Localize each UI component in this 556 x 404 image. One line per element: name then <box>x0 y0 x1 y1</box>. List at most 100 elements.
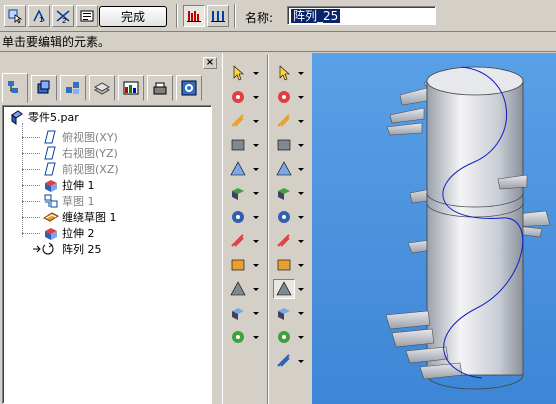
right-dropdown-7[interactable] <box>298 231 304 251</box>
close-button[interactable]: × <box>203 57 217 69</box>
extrude-icon[interactable] <box>227 87 249 107</box>
plane-coincident-icon[interactable] <box>273 231 295 251</box>
right-dropdown-12[interactable] <box>298 351 304 371</box>
rectangle-step-icon[interactable]: 1 <box>28 5 50 27</box>
smart-select-icon[interactable] <box>273 87 295 107</box>
properties-tab[interactable] <box>176 75 202 101</box>
separator <box>176 4 178 28</box>
web-network-icon[interactable] <box>227 327 249 347</box>
tree-node-pattern-25[interactable]: 阵列 25 <box>32 241 102 257</box>
thread-icon[interactable] <box>227 255 249 275</box>
options-icon[interactable] <box>76 5 98 27</box>
edgebar-panel: × 零件5.par 俯视图(XY) 右视图(YZ) 前视图(XZ) 拉伸 1 草… <box>0 53 221 404</box>
tree-line <box>22 217 40 218</box>
right-dropdown-1[interactable] <box>298 87 304 107</box>
cutout-icon[interactable] <box>227 135 249 155</box>
tree-node-extrude-2[interactable]: 拉伸 2 <box>43 225 95 241</box>
round-icon[interactable] <box>227 183 249 203</box>
helix-icon[interactable] <box>227 231 249 251</box>
lip-icon[interactable] <box>227 303 249 323</box>
tree-node-label: 右视图(YZ) <box>62 147 118 160</box>
draft-icon[interactable] <box>273 111 295 131</box>
tree-node-label: 缠绕草图 1 <box>62 211 117 224</box>
curve-icon[interactable] <box>273 255 295 275</box>
tree-line <box>22 153 40 154</box>
right-dropdown-11[interactable] <box>298 327 304 347</box>
add-body-icon[interactable] <box>273 303 295 323</box>
mirror-icon[interactable] <box>273 159 295 179</box>
right-dropdown-2[interactable] <box>298 111 304 131</box>
features-tab[interactable] <box>147 75 173 101</box>
tree-line <box>22 201 40 202</box>
svg-text:2: 2 <box>62 17 66 24</box>
right-dropdown-3[interactable] <box>298 135 304 155</box>
left-dropdown-3[interactable] <box>253 135 259 155</box>
select-arrow-icon[interactable] <box>273 63 295 83</box>
tree-node-label: 俯视图(XY) <box>62 131 118 144</box>
left-dropdown-11[interactable] <box>253 327 259 347</box>
feature-tree[interactable]: 零件5.par 俯视图(XY) 右视图(YZ) 前视图(XZ) 拉伸 1 草图 … <box>2 105 212 404</box>
tree-node-front-plane[interactable]: 前视图(XZ) <box>43 161 119 177</box>
rib-icon[interactable] <box>227 279 249 299</box>
left-dropdown-0[interactable] <box>253 63 259 83</box>
chamfer-icon[interactable] <box>273 135 295 155</box>
right-dropdown-6[interactable] <box>298 207 304 227</box>
tree-node-top-plane[interactable]: 俯视图(XY) <box>43 129 118 145</box>
finish-button[interactable]: 完成 <box>99 6 167 27</box>
feature-pathfinder-tab[interactable] <box>2 73 28 103</box>
right-dropdown-4[interactable] <box>298 159 304 179</box>
family-tab[interactable] <box>60 75 86 101</box>
tree-node-part[interactable]: 零件5.par <box>9 109 79 125</box>
plane-icon <box>44 162 56 176</box>
plane-icon <box>44 146 56 160</box>
svg-text:1: 1 <box>39 16 43 24</box>
left-dropdown-7[interactable] <box>253 231 259 251</box>
pattern-circle-icon[interactable] <box>273 207 295 227</box>
measure-icon[interactable] <box>273 351 295 371</box>
tree-node-label: 草图 1 <box>62 195 95 208</box>
hole-icon[interactable] <box>227 159 249 179</box>
right-dropdown-8[interactable] <box>298 255 304 275</box>
thin-wall-icon[interactable] <box>227 207 249 227</box>
count-step-icon[interactable]: 2 <box>52 5 74 27</box>
tree-line <box>22 233 40 234</box>
tree-line <box>22 123 23 237</box>
left-dropdown-4[interactable] <box>253 159 259 179</box>
spacing-icon[interactable] <box>207 5 229 27</box>
left-dropdown-1[interactable] <box>253 87 259 107</box>
name-value: 阵列_25 <box>291 8 341 23</box>
boolean-icon[interactable] <box>273 327 295 347</box>
pattern-along-curve-icon[interactable] <box>273 279 295 299</box>
sensors-tab[interactable] <box>89 75 115 101</box>
left-dropdown-2[interactable] <box>253 111 259 131</box>
sketch-icon <box>44 194 58 208</box>
graphics-window[interactable] <box>312 53 556 404</box>
bar-chart-icon[interactable] <box>183 5 205 27</box>
tree-node-label: 拉伸 2 <box>62 227 95 240</box>
pattern-rect-icon[interactable] <box>273 183 295 203</box>
tree-node-sketch-1[interactable]: 草图 1 <box>43 193 95 209</box>
separator <box>267 55 269 404</box>
left-dropdown-10[interactable] <box>253 303 259 323</box>
left-dropdown-6[interactable] <box>253 207 259 227</box>
tree-node-extrude-1[interactable]: 拉伸 1 <box>43 177 95 193</box>
library-tab[interactable] <box>118 75 144 101</box>
select-step-icon[interactable] <box>4 5 26 27</box>
tree-node-wrap-sketch-1[interactable]: 缠绕草图 1 <box>43 209 117 225</box>
left-dropdown-5[interactable] <box>253 183 259 203</box>
right-dropdown-5[interactable] <box>298 183 304 203</box>
select-icon[interactable] <box>227 63 249 83</box>
name-field[interactable]: 阵列_25 <box>287 6 436 25</box>
tree-line <box>22 185 40 186</box>
layers-tab[interactable] <box>31 75 57 101</box>
tree-node-label: 零件5.par <box>28 111 79 124</box>
revolve-icon[interactable] <box>227 111 249 131</box>
right-dropdown-9[interactable] <box>298 279 304 299</box>
right-dropdown-10[interactable] <box>298 303 304 323</box>
extrude-icon <box>45 180 57 192</box>
left-dropdown-8[interactable] <box>253 255 259 275</box>
left-dropdown-9[interactable] <box>253 279 259 299</box>
part-icon <box>11 110 23 125</box>
tree-node-right-plane[interactable]: 右视图(YZ) <box>43 145 118 161</box>
right-dropdown-0[interactable] <box>298 63 304 83</box>
